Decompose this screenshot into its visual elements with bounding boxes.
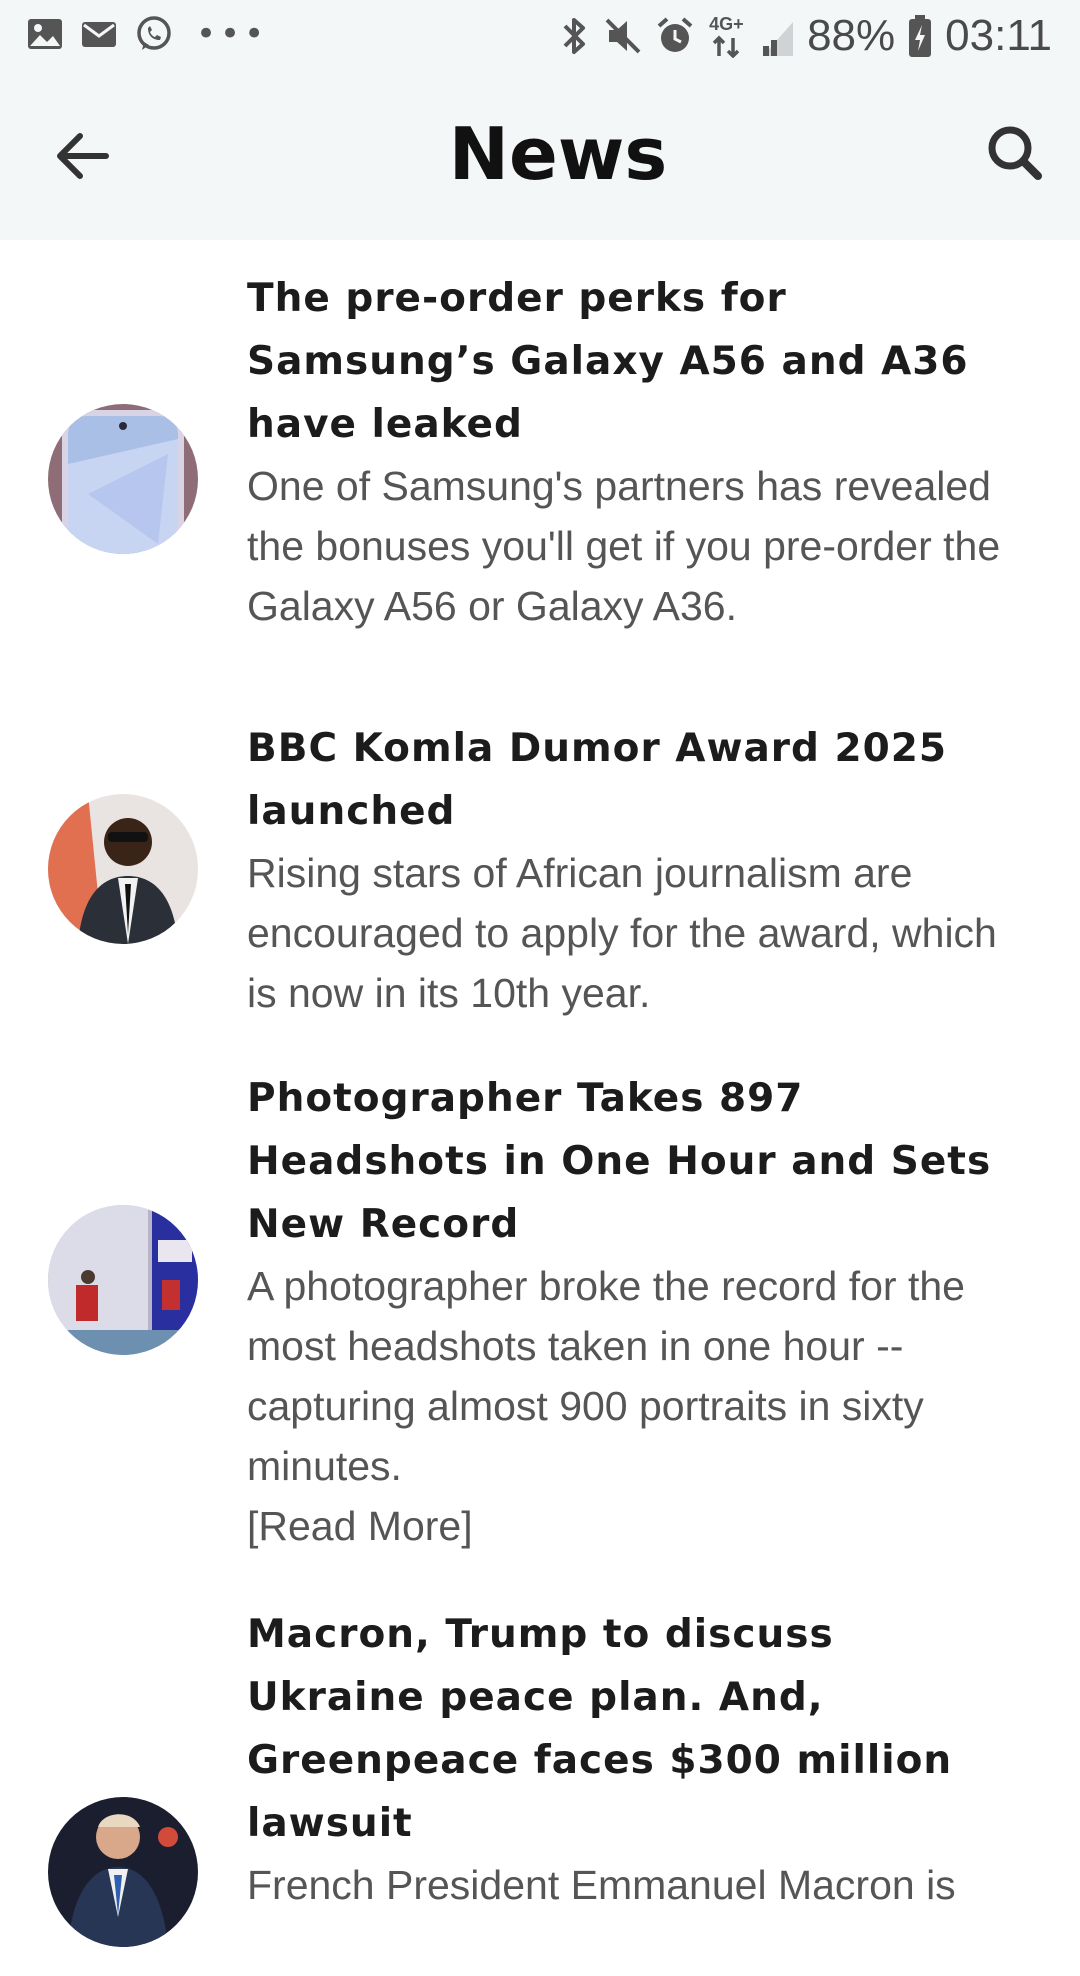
whatsapp-icon	[137, 16, 171, 50]
presenter-thumbnail	[48, 794, 198, 944]
battery-percent: 88%	[807, 11, 896, 60]
battery-icon	[909, 15, 932, 57]
article-headline: Photographer Takes 897 Headshots in One …	[247, 1076, 992, 1247]
politician-thumbnail	[48, 1797, 198, 1947]
gallery-icon	[28, 19, 62, 49]
search-button[interactable]	[984, 120, 1048, 184]
studio-thumbnail	[48, 1205, 198, 1355]
bluetooth-icon	[563, 18, 586, 54]
read-more-link[interactable]: [Read More]	[247, 1496, 1020, 1556]
network-4g-icon: 4G+	[707, 14, 749, 58]
article-summary: A photographer broke the record for the …	[247, 1263, 965, 1489]
alarm-icon	[657, 17, 693, 52]
news-item[interactable]: BBC Komla Dumor Award 2025 launched Risi…	[0, 690, 1080, 1040]
article-summary: One of Samsung's partners has revealed t…	[247, 463, 1001, 629]
mail-icon	[82, 22, 116, 47]
article-headline: The pre-order perks for Samsung’s Galaxy…	[247, 276, 969, 447]
phone-thumbnail	[48, 404, 198, 554]
article-summary: French President Emmanuel Macron is	[247, 1862, 956, 1908]
signal-icon	[763, 22, 794, 56]
article-summary: Rising stars of African journalism are e…	[247, 850, 997, 1016]
notification-icons: •••	[26, 14, 268, 54]
news-item[interactable]: Photographer Takes 897 Headshots in One …	[0, 1040, 1080, 1576]
news-list: The pre-order perks for Samsung’s Galaxy…	[0, 240, 1080, 1976]
mute-icon	[605, 18, 641, 54]
news-item[interactable]: The pre-order perks for Samsung’s Galaxy…	[0, 240, 1080, 690]
article-headline: Macron, Trump to discuss Ukraine peace p…	[247, 1612, 953, 1846]
clock: 03:11	[945, 11, 1052, 60]
more-dots-icon: •••	[196, 14, 269, 54]
app-bar: News	[0, 72, 1080, 240]
system-icons: 4G+ 88% 03:11	[557, 10, 1052, 62]
article-headline: BBC Komla Dumor Award 2025 launched	[247, 726, 948, 834]
status-bar: ••• 4G+ 88% 03:11	[0, 0, 1080, 72]
search-icon	[988, 126, 1042, 180]
news-item[interactable]: Macron, Trump to discuss Ukraine peace p…	[0, 1576, 1080, 1976]
page-title: News	[448, 112, 668, 196]
